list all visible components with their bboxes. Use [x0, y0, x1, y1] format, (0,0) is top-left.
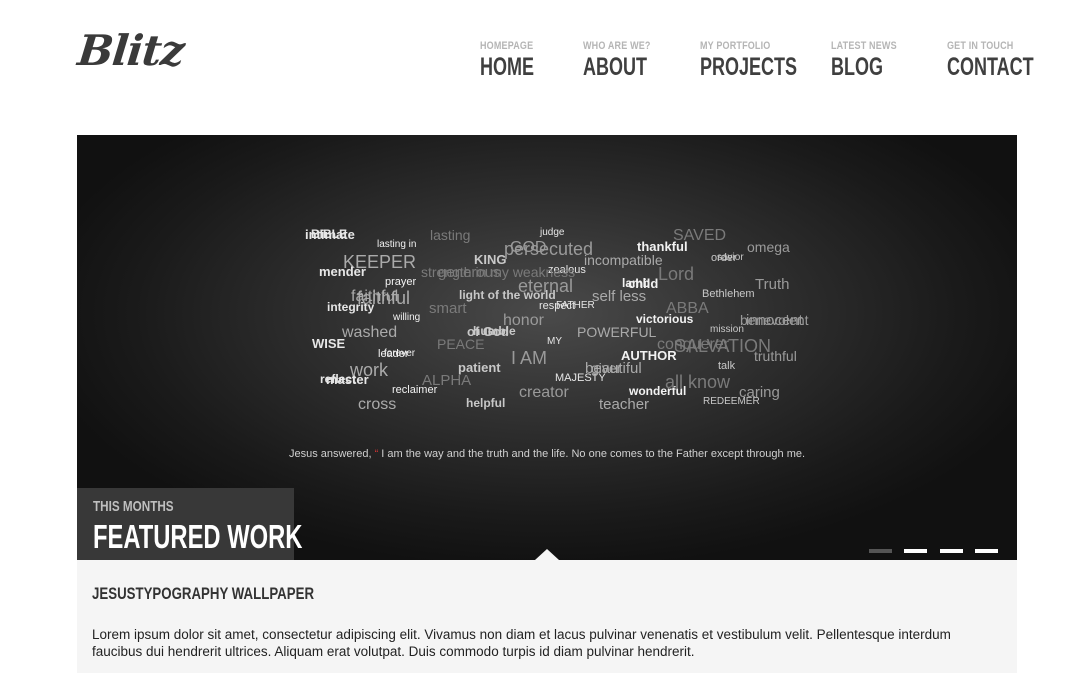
cloud-word: victorious	[636, 312, 694, 326]
quote-body: I am the way and the truth and the life.…	[381, 448, 806, 460]
cloud-word: judge	[540, 227, 565, 238]
slider-dot[interactable]	[904, 549, 928, 553]
cloud-word: teacher	[599, 396, 650, 413]
cloud-word: talk	[718, 360, 736, 372]
slider-dot[interactable]	[868, 549, 892, 553]
cloud-word: omega	[747, 239, 790, 255]
cloud-word: innocent	[746, 312, 803, 329]
cloud-word: Bethlehem	[702, 288, 755, 300]
cloud-word: child	[628, 276, 659, 291]
featured-kicker: THIS MONTHS	[93, 498, 174, 515]
slider-dot[interactable]	[939, 549, 963, 553]
nav-item-about[interactable]: WHO ARE WE? ABOUT	[583, 40, 672, 80]
cloud-word: Truth	[755, 276, 790, 293]
caption-title: JESUSTYPOGRAPHY WALLPAPER	[92, 584, 315, 603]
cloud-word: willing	[393, 312, 421, 323]
cloud-word: forever	[384, 348, 416, 359]
cloud-word: truthful	[754, 348, 797, 364]
cloud-word: lasting	[430, 227, 471, 243]
cloud-word: caring	[739, 384, 780, 401]
cloud-word: SAVED	[673, 227, 727, 244]
cloud-word: respect	[539, 300, 576, 312]
cloud-word: giver	[591, 360, 622, 376]
slide-caption: JESUSTYPOGRAPHY WALLPAPER Lorem ipsum do…	[77, 549, 1017, 673]
quote-prefix: Jesus answered,	[288, 448, 372, 460]
cloud-word: faithful	[357, 288, 411, 308]
slider-dot[interactable]	[975, 549, 998, 553]
cloud-word: savior	[717, 252, 744, 263]
featured-work-label: THIS MONTHS FEATURED WORK	[77, 488, 302, 560]
featured-heading: FEATURED WORK	[93, 518, 303, 555]
cloud-word: conquerer	[657, 336, 730, 353]
caption-pointer-icon	[535, 549, 559, 560]
cloud-word: washed	[342, 324, 398, 341]
nav-item-home[interactable]: HOMEPAGE HOME	[480, 40, 555, 80]
nav-sub-label: WHO ARE WE?	[583, 40, 651, 52]
cloud-word: lasting in	[377, 239, 417, 250]
caption-text: Lorem ipsum dolor sit amet, consectetur …	[92, 627, 951, 659]
cloud-word: master	[326, 372, 369, 387]
cloud-word: helpful	[466, 396, 506, 410]
cloud-word: mender	[319, 264, 366, 279]
cloud-word: MY	[547, 336, 562, 347]
cloud-word: WISE	[312, 336, 346, 351]
nav-main-label: ABOUT	[583, 53, 648, 81]
cloud-word: prayer	[385, 276, 417, 288]
cloud-word: BIBLE	[311, 227, 347, 241]
main-nav: HOMEPAGE HOME WHO ARE WE? ABOUT MY PORTF…	[480, 40, 1034, 88]
cloud-word: GOD	[510, 239, 547, 256]
slide-quote: Jesus answered, “ I am the way and the t…	[77, 448, 1017, 460]
featured-slider[interactable]: intimate persecuted order generous lamb faith…	[77, 135, 1017, 560]
cloud-word: smart	[429, 300, 467, 317]
nav-sub-label: GET IN TOUCH	[947, 40, 1014, 52]
quote-mark-icon: “	[374, 448, 379, 460]
slider-pagination	[861, 540, 998, 558]
nav-item-projects[interactable]: MY PORTFOLIO PROJECTS	[700, 40, 835, 80]
nav-main-label: BLOG	[831, 53, 883, 81]
cloud-word: self less	[592, 288, 647, 305]
nav-sub-label: HOMEPAGE	[480, 40, 534, 52]
cloud-word: POWERFUL	[577, 324, 657, 340]
nav-main-label: PROJECTS	[700, 53, 798, 81]
cloud-word: cross	[358, 396, 397, 413]
nav-item-blog[interactable]: LATEST NEWS BLOG	[831, 40, 911, 80]
cloud-word: PEACE	[437, 336, 485, 352]
nav-main-label: CONTACT	[947, 53, 1034, 81]
nav-main-label: HOME	[480, 53, 534, 81]
cloud-word: I AM	[511, 348, 548, 368]
nav-item-contact[interactable]: GET IN TOUCH CONTACT	[947, 40, 1067, 80]
cloud-word: strength in my weakness	[421, 264, 576, 280]
nav-sub-label: LATEST NEWS	[831, 40, 897, 52]
cloud-word: incompatible	[584, 252, 663, 268]
cloud-word: mission	[710, 324, 744, 335]
cloud-word: reclaimer	[392, 384, 438, 396]
cloud-word: humble	[473, 324, 516, 338]
cloud-word: creator	[519, 384, 569, 401]
cloud-word: patient	[458, 360, 501, 375]
cloud-word: all know	[665, 372, 731, 392]
nav-sub-label: MY PORTFOLIO	[700, 40, 771, 52]
site-logo[interactable]: Blitz	[75, 26, 186, 75]
cloud-word: Lord	[658, 264, 695, 284]
